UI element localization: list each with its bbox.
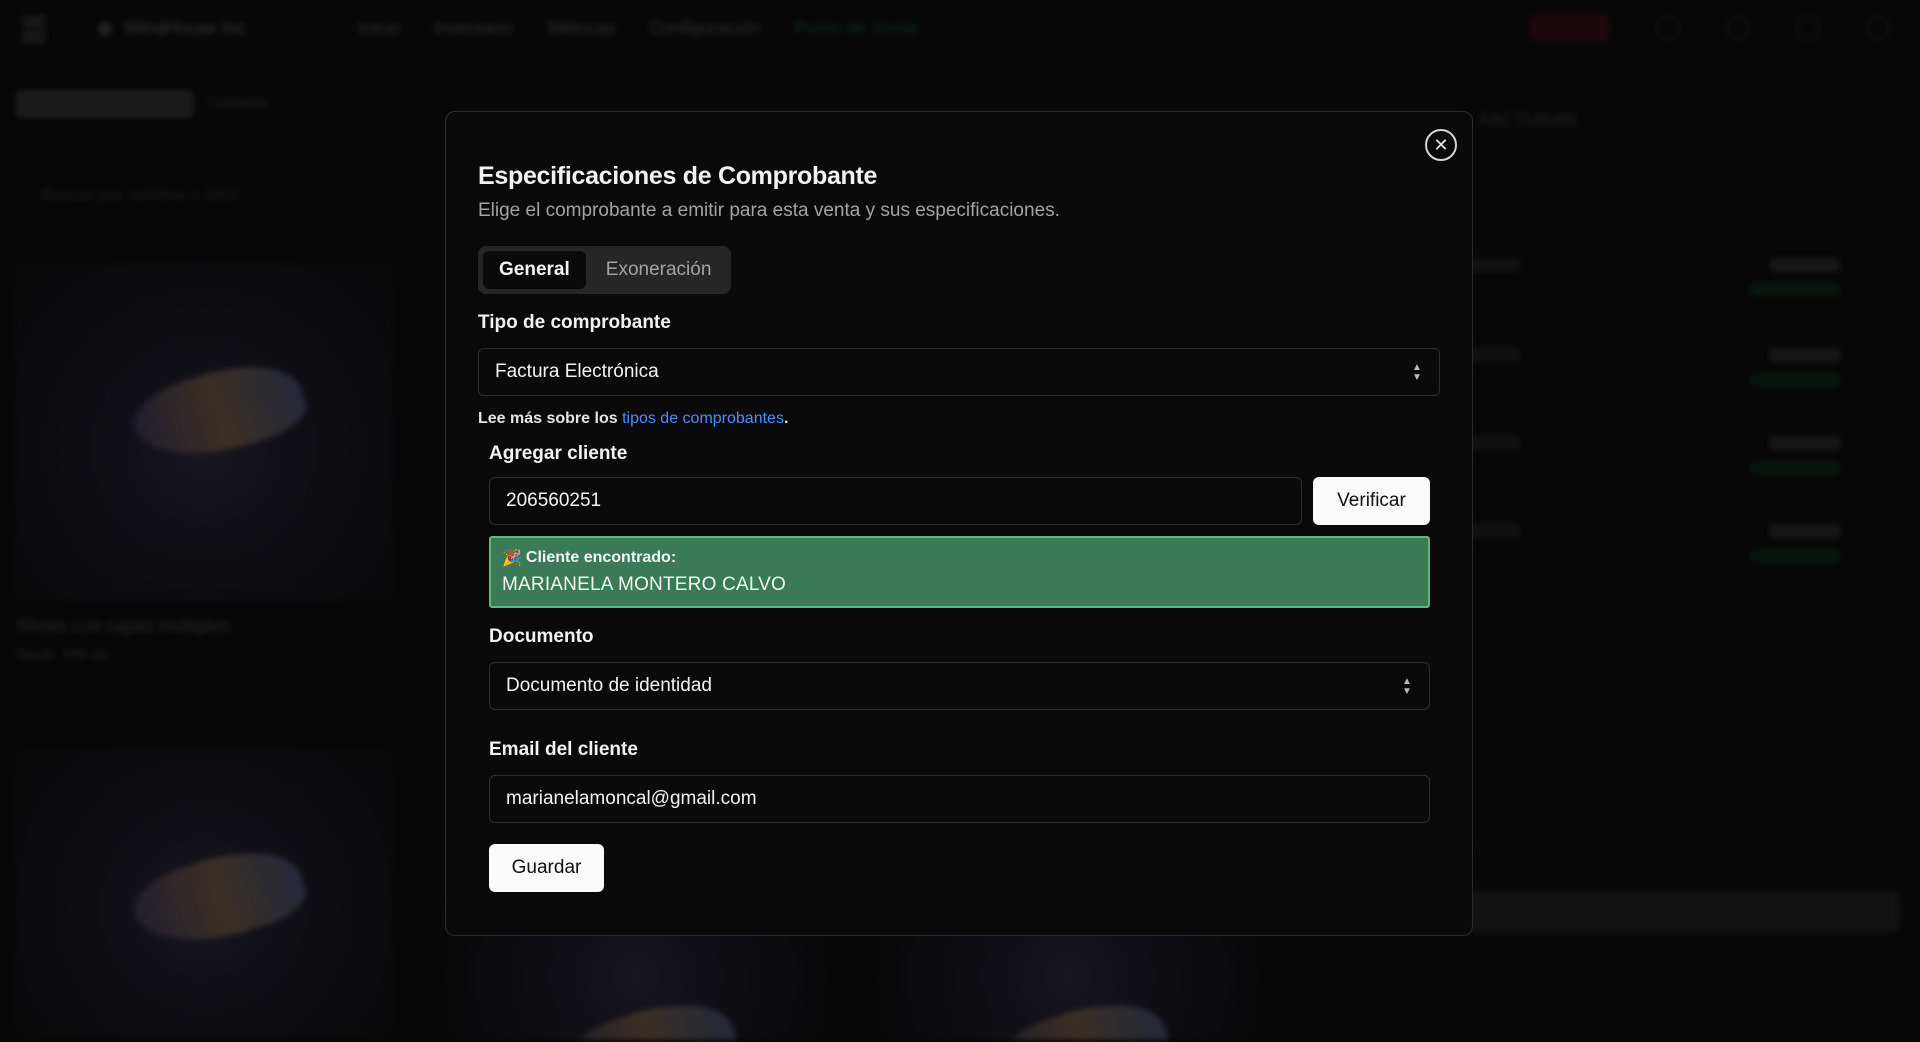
dialog-title: Especificaciones de Comprobante	[478, 162, 878, 190]
dialog-tabs: General Exoneración	[478, 246, 731, 294]
chevron-updown-icon: ▲ ▼	[1402, 676, 1412, 697]
comprobante-value: Factura Electrónica	[495, 361, 659, 382]
verify-button[interactable]: Verificar	[1313, 477, 1430, 525]
tab-general[interactable]: General	[483, 251, 586, 289]
email-field[interactable]	[506, 788, 1413, 810]
email-label: Email del cliente	[489, 739, 638, 760]
client-name: MARIANELA MONTERO CALVO	[502, 574, 787, 595]
receipt-specs-dialog: ✕ Especificaciones de Comprobante Elige …	[445, 111, 1473, 936]
client-found-heading: 🎉 Cliente encontrado:	[502, 548, 1417, 568]
comprobante-label: Tipo de comprobante	[478, 312, 671, 333]
comprobante-types-link[interactable]: tipos de comprobantes	[622, 410, 784, 427]
tab-exoneracion[interactable]: Exoneración	[590, 251, 728, 289]
client-found-label: Cliente encontrado:	[525, 549, 677, 566]
helper-suffix: .	[783, 410, 789, 427]
comprobante-select[interactable]: Factura Electrónica ▲ ▼	[478, 348, 1440, 396]
chevron-updown-icon: ▲ ▼	[1412, 362, 1422, 383]
comprobante-helper: Lee más sobre los tipos de comprobantes.	[478, 410, 788, 428]
cliente-id-field[interactable]	[506, 490, 1285, 512]
cliente-id-input[interactable]	[489, 477, 1302, 525]
client-found-alert: 🎉 Cliente encontrado: MARIANELA MONTERO …	[489, 536, 1430, 608]
email-input[interactable]	[489, 775, 1430, 823]
close-icon: ✕	[1433, 135, 1449, 155]
helper-text: Lee más sobre los	[478, 410, 623, 427]
documento-value: Documento de identidad	[506, 675, 712, 696]
cliente-label: Agregar cliente	[489, 443, 628, 464]
documento-select[interactable]: Documento de identidad ▲ ▼	[489, 662, 1430, 710]
close-button[interactable]: ✕	[1425, 129, 1457, 161]
save-button[interactable]: Guardar	[489, 844, 604, 892]
documento-label: Documento	[489, 626, 594, 647]
party-icon: 🎉	[502, 550, 522, 567]
dialog-description: Elige el comprobante a emitir para esta …	[478, 200, 1060, 221]
